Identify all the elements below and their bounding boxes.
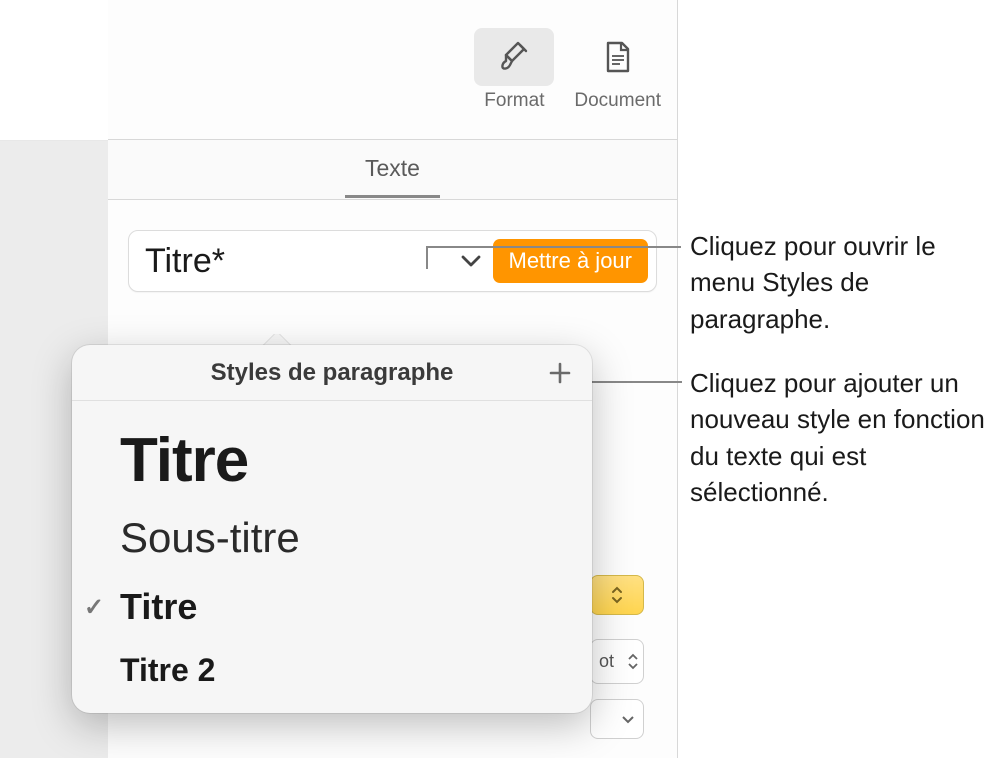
callout-leader-line bbox=[426, 246, 428, 269]
document-label: Document bbox=[574, 90, 661, 112]
callout-open-menu: Cliquez pour ouvrir le menu Styles de pa… bbox=[690, 228, 980, 337]
stepper-arrows-icon bbox=[627, 653, 639, 670]
current-style-name: Titre* bbox=[145, 242, 449, 281]
paragraph-styles-popover: Styles de paragraphe Titre Sous-titre ✓ … bbox=[72, 345, 592, 713]
style-item-titre[interactable]: Titre bbox=[72, 413, 592, 502]
format-label: Format bbox=[484, 90, 544, 112]
plus-icon bbox=[548, 361, 572, 385]
style-preset-button[interactable] bbox=[590, 575, 644, 615]
font-variant-dropdown[interactable] bbox=[590, 699, 644, 739]
format-toolbar-item[interactable]: Format bbox=[464, 28, 564, 112]
chevron-down-icon[interactable] bbox=[449, 254, 493, 268]
tab-texte[interactable]: Texte bbox=[345, 141, 440, 198]
popover-title: Styles de paragraphe bbox=[211, 359, 454, 387]
paragraph-style-selector[interactable]: Titre* Mettre à jour bbox=[128, 230, 657, 292]
popover-header: Styles de paragraphe bbox=[72, 345, 592, 401]
style-item-label: Titre bbox=[120, 586, 197, 628]
format-icon-wrap bbox=[474, 28, 554, 86]
tab-header: Texte bbox=[108, 140, 677, 200]
callout-leader-line bbox=[426, 246, 681, 248]
document-icon bbox=[602, 39, 634, 75]
style-item-label: Titre bbox=[120, 425, 248, 496]
style-item-label: Titre 2 bbox=[120, 652, 215, 689]
chevron-down-icon bbox=[621, 714, 635, 724]
style-item-heading-titre[interactable]: ✓ Titre bbox=[72, 574, 592, 640]
style-item-sous-titre[interactable]: Sous-titre bbox=[72, 502, 592, 574]
callout-add-style: Cliquez pour ajouter un nouveau style en… bbox=[690, 365, 990, 511]
stepper-text: ot bbox=[599, 651, 614, 672]
peek-controls: ot bbox=[590, 575, 644, 739]
paintbrush-icon bbox=[496, 39, 532, 75]
style-item-titre-2[interactable]: Titre 2 bbox=[72, 640, 592, 701]
style-item-label: Sous-titre bbox=[120, 514, 300, 562]
checkmark-icon: ✓ bbox=[84, 593, 104, 622]
toolbar: Format Document bbox=[108, 0, 677, 140]
chevron-up-down-icon bbox=[610, 584, 624, 606]
document-icon-wrap bbox=[578, 28, 658, 86]
font-size-stepper[interactable]: ot bbox=[590, 639, 644, 684]
document-toolbar-item[interactable]: Document bbox=[564, 28, 671, 112]
add-style-button[interactable] bbox=[546, 359, 574, 387]
style-list: Titre Sous-titre ✓ Titre Titre 2 bbox=[72, 401, 592, 713]
